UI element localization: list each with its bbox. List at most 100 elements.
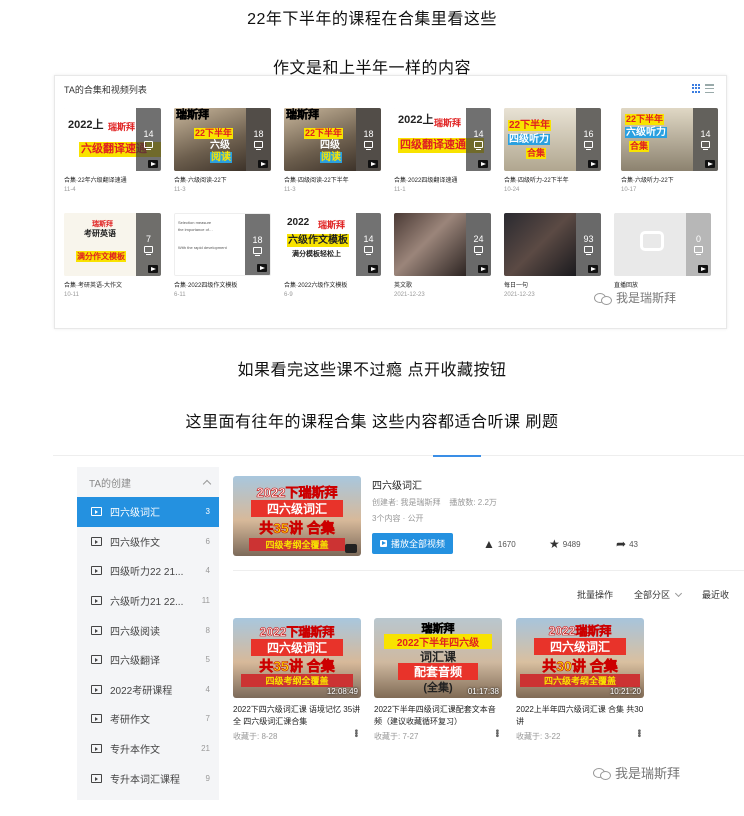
share-icon: ➦ <box>616 537 627 551</box>
sidebar-item-vocab[interactable]: 四六级词汇 3 <box>77 497 219 527</box>
collection-card[interactable]: 0 直播回放 <box>614 213 711 292</box>
share-stat[interactable]: ➦ 43 <box>616 537 638 551</box>
play-icon[interactable] <box>588 265 598 273</box>
card-date: 11-4 <box>64 187 76 193</box>
play-all-button[interactable]: 播放全部视频 <box>372 533 453 554</box>
favorites-sidebar: TA的创建 四六级词汇 3 四六级作文 6 四级听力22 21... 4 六级听力21… <box>77 467 219 800</box>
thumbs-up-icon: ▲ <box>483 537 495 551</box>
card-title[interactable]: 合集·四级阅读-22下半年 <box>284 175 381 184</box>
video-thumbnail[interactable]: 2022下瑞斯拜 四六级词汇 共35讲 合集 四级考纲全覆盖 12:08:49 <box>233 618 361 698</box>
batch-ops-button[interactable]: 批量操作 <box>577 588 613 601</box>
play-icon[interactable] <box>257 264 267 272</box>
card-thumbnail[interactable]: 0 <box>614 213 711 276</box>
chevron-up-icon[interactable] <box>202 479 212 488</box>
layers-icon <box>364 246 373 255</box>
play-icon[interactable] <box>368 265 378 273</box>
collection-card[interactable]: 93 每日一句 2021-12-23 <box>504 213 601 298</box>
caption-1: 22年下半年的课程在合集里看这些 <box>247 11 497 28</box>
sidebar-item-zsb-writing[interactable]: 专升本作文 21 <box>77 734 219 764</box>
card-thumbnail[interactable]: 瑞斯拜 考研英语 满分作文模板 7 <box>64 213 161 276</box>
card-title[interactable]: 合集·2022四级翻译速通 <box>394 175 491 184</box>
folder-cover[interactable]: 2022下瑞斯拜 四六级词汇 共35讲 合集 四级考纲全覆盖 <box>233 476 361 556</box>
play-icon[interactable] <box>698 265 708 273</box>
video-title[interactable]: 2022下四六级词汇课 语境记忆 35讲 全 四六级词汇课合集 <box>233 704 361 728</box>
collection-card[interactable]: 24 英文歌 2021-12-23 <box>394 213 491 298</box>
card-title[interactable]: 合集·2022六级作文模板 <box>284 280 381 289</box>
card-thumbnail[interactable]: 2022 瑞斯拜 六级作文模板 满分模板轻松上 14 <box>284 213 381 276</box>
play-icon[interactable] <box>478 265 488 273</box>
card-title[interactable]: 合集·六级阅读-22下 <box>174 175 271 184</box>
folder-title: 四六级词汇 <box>372 481 422 492</box>
collection-card[interactable]: 22下半年 六级听力 合集 14 合集·六级听力-22下 10-17 <box>621 108 718 193</box>
video-title[interactable]: 2022上半年四六级词汇课 合集 共30讲 <box>516 704 644 728</box>
card-thumbnail[interactable]: 2022上 瑞斯拜 四级翻译速通 14 <box>394 108 491 171</box>
sidebar-header[interactable]: TA的创建 <box>77 467 219 497</box>
card-title[interactable]: 合集·四级听力-22下半年 <box>504 175 601 184</box>
video-card[interactable]: 瑞斯拜 2022下半年四六级 词汇课 配套音频 (全集) 01:17:38 20… <box>374 618 502 742</box>
view-toggle <box>692 84 714 93</box>
sidebar-item-kaoyan-writing[interactable]: 考研作文 7 <box>77 704 219 734</box>
card-thumbnail[interactable]: 93 <box>504 213 601 276</box>
collection-card[interactable]: 瑞斯拜 考研英语 满分作文模板 7 合集·考研英语-大作文 10-11 <box>64 213 161 298</box>
card-thumbnail[interactable]: Selection measure the importance of… Wit… <box>174 213 271 276</box>
card-title[interactable]: 合集·六级听力-22下 <box>621 175 718 184</box>
list-view-icon[interactable] <box>705 84 714 93</box>
card-title[interactable]: 合集·22年六级翻译速通 <box>64 175 161 184</box>
play-icon[interactable] <box>148 160 158 168</box>
collection-card[interactable]: 2022上 瑞斯拜 四级翻译速通 14 合集·2022四级翻译速通 11-1 <box>394 108 491 193</box>
video-title[interactable]: 2022下半年四级词汇课配套文本音频（建议收藏循环复习） <box>374 704 502 728</box>
collection-card[interactable]: 2022 瑞斯拜 六级作文模板 满分模板轻松上 14 合集·2022六级作文模板… <box>284 213 381 298</box>
card-date: 11-1 <box>394 187 406 193</box>
video-thumbnail[interactable]: 瑞斯拜 2022下半年四六级 词汇课 配套音频 (全集) 01:17:38 <box>374 618 502 698</box>
zone-filter-dropdown[interactable]: 全部分区 <box>634 588 683 601</box>
chevron-down-icon <box>674 589 683 597</box>
collection-card[interactable]: 22下半年 四级听力 合集 16 合集·四级听力-22下半年 10-24 <box>504 108 601 193</box>
play-icon[interactable] <box>148 265 158 273</box>
card-thumbnail[interactable]: 2022上 瑞斯拜 六级翻译速通 14 <box>64 108 161 171</box>
favorite-stat[interactable]: ★ 9489 <box>549 538 581 550</box>
card-thumbnail[interactable]: 24 <box>394 213 491 276</box>
collection-card[interactable]: 瑞斯拜 22下半年 四级 阅读 18 合集·四级阅读-22下半年 11-3 <box>284 108 381 193</box>
tv-icon <box>91 773 102 783</box>
card-title[interactable]: 直播回放 <box>614 280 711 289</box>
card-thumbnail[interactable]: 22下半年 四级听力 合集 16 <box>504 108 601 171</box>
layers-icon <box>364 141 373 150</box>
tv-icon <box>91 507 102 517</box>
sidebar-item-reading[interactable]: 四六级阅读 8 <box>77 615 219 645</box>
more-options-icon[interactable]: ••• <box>350 729 361 737</box>
play-icon[interactable] <box>258 160 268 168</box>
tv-icon <box>91 684 102 694</box>
card-title[interactable]: 每日一句 <box>504 280 601 289</box>
sort-dropdown[interactable]: 最近收 <box>702 588 729 601</box>
like-stat[interactable]: ▲ 1670 <box>483 537 516 551</box>
video-card[interactable]: 2022下瑞斯拜 四六级词汇 共35讲 合集 四级考纲全覆盖 12:08:49 … <box>233 618 361 742</box>
grid-view-icon[interactable] <box>692 84 701 93</box>
card-title[interactable]: 合集·考研英语-大作文 <box>64 280 161 289</box>
layers-icon <box>253 247 262 256</box>
card-title[interactable]: 英文歌 <box>394 280 491 289</box>
sidebar-item-cet6-listening[interactable]: 六级听力21 22... 11 <box>77 586 219 616</box>
card-thumbnail[interactable]: 22下半年 六级听力 合集 14 <box>621 108 718 171</box>
sidebar-item-zsb-vocab[interactable]: 专升本词汇课程 9 <box>77 763 219 793</box>
play-icon[interactable] <box>705 160 715 168</box>
more-options-icon[interactable]: ••• <box>491 729 502 737</box>
card-thumbnail[interactable]: 瑞斯拜 22下半年 四级 阅读 18 <box>284 108 381 171</box>
tv-icon <box>91 655 102 665</box>
collection-card[interactable]: 瑞斯拜 22下半年 六级 阅读 18 合集·六级阅读-22下 11-3 <box>174 108 271 193</box>
collection-card[interactable]: Selection measure the importance of… Wit… <box>174 213 271 298</box>
collection-card[interactable]: 2022上 瑞斯拜 六级翻译速通 14 合集·22年六级翻译速通 11-4 <box>64 108 161 193</box>
card-thumbnail[interactable]: 瑞斯拜 22下半年 六级 阅读 18 <box>174 108 271 171</box>
sidebar-item-kaoyan[interactable]: 2022考研课程 4 <box>77 675 219 705</box>
play-icon[interactable] <box>478 160 488 168</box>
card-date: 11-3 <box>174 187 186 193</box>
sidebar-item-cet4-listening[interactable]: 四级听力22 21... 4 <box>77 556 219 586</box>
sidebar-item-writing[interactable]: 四六级作文 6 <box>77 527 219 557</box>
play-icon[interactable] <box>588 160 598 168</box>
play-icon[interactable] <box>368 160 378 168</box>
more-options-icon[interactable]: ••• <box>633 729 644 737</box>
video-card[interactable]: 2022瑞斯拜 四六级词汇 共30讲 合集 四六级考纲全覆盖 10:21:20 … <box>516 618 644 742</box>
card-title[interactable]: 合集·2022四级作文模板 <box>174 280 271 289</box>
video-thumbnail[interactable]: 2022瑞斯拜 四六级词汇 共30讲 合集 四六级考纲全覆盖 10:21:20 <box>516 618 644 698</box>
sidebar-item-translation[interactable]: 四六级翻译 5 <box>77 645 219 675</box>
watermark: 我是瑞斯拜 <box>594 289 676 306</box>
